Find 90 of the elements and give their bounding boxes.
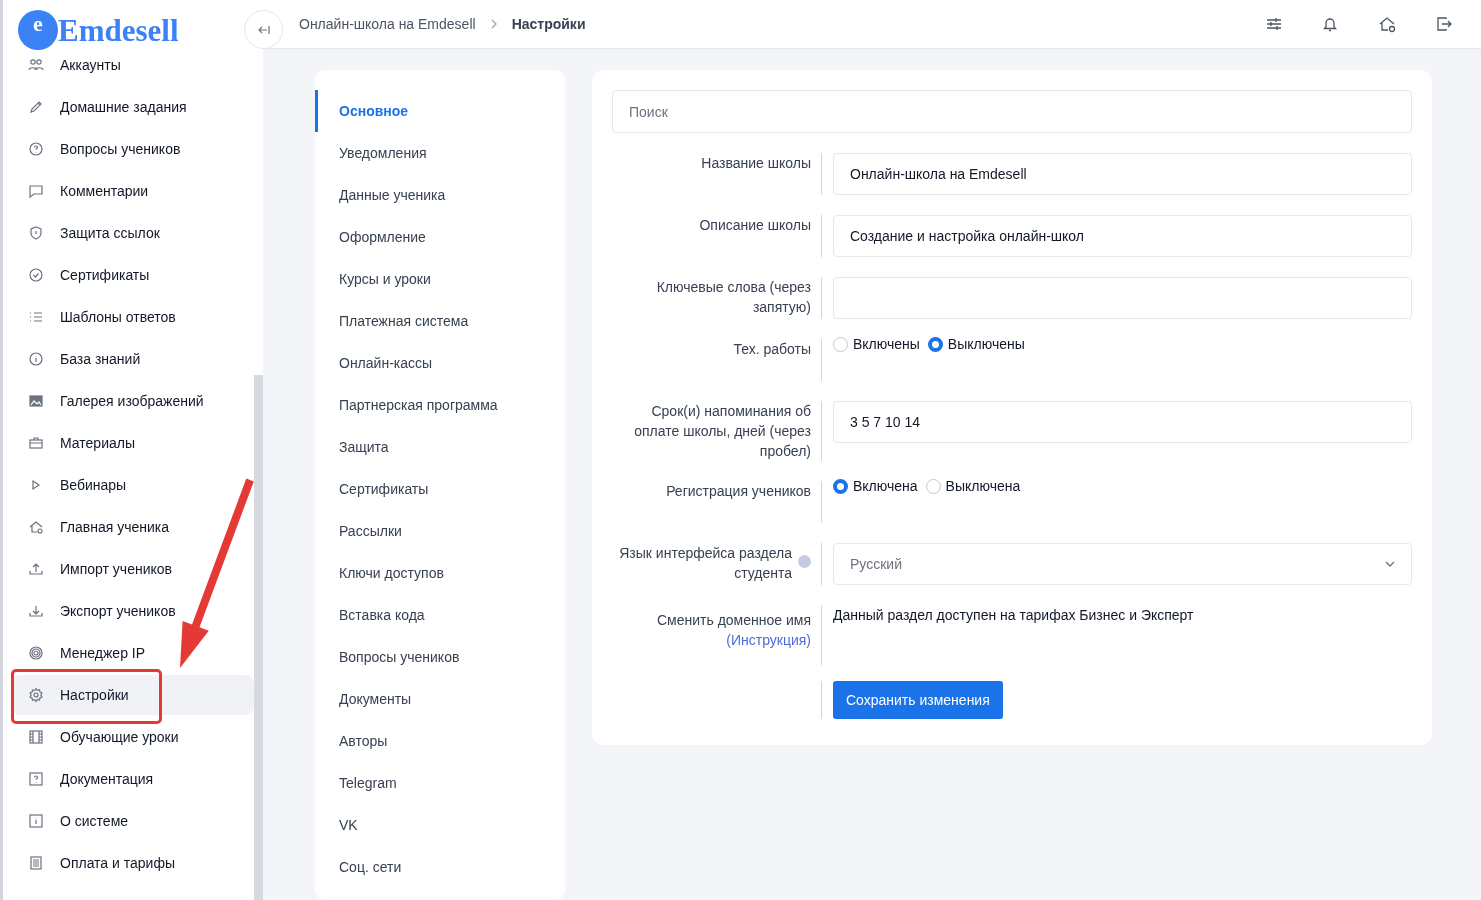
sidebar-item[interactable]: Вопросы учеников <box>12 129 254 169</box>
sidebar-item[interactable]: Импорт учеников <box>12 549 254 589</box>
speech-bubble-icon <box>28 183 44 199</box>
settings-nav-item[interactable]: Вопросы учеников <box>315 636 565 678</box>
radio-option[interactable]: Включены <box>833 333 920 355</box>
sidebar-item[interactable]: Галерея изображений <box>12 381 254 421</box>
field-label: Описание школы <box>699 216 811 235</box>
field-label: Ключевые слова (через запятую) <box>655 278 811 317</box>
settings-nav-item[interactable]: Курсы и уроки <box>315 258 565 300</box>
pencil-icon <box>28 99 44 115</box>
list-icon <box>28 309 44 325</box>
text-field[interactable]: Создание и настройка онлайн-школ <box>833 215 1412 257</box>
sidebar-item[interactable]: Менеджер IP <box>12 633 254 673</box>
save-changes-button[interactable]: Сохранить изменения <box>833 681 1003 719</box>
question-circle-icon <box>28 141 44 157</box>
sidebar-item[interactable]: Обучающие уроки <box>12 717 254 757</box>
radio-option[interactable]: Выключены <box>927 333 1025 355</box>
field-label: Регистрация учеников <box>666 482 811 501</box>
sidebar-item[interactable]: База знаний <box>12 339 254 379</box>
sidebar-item[interactable]: Оплата и тарифы <box>12 843 254 883</box>
language-select[interactable]: Русский <box>833 543 1412 585</box>
settings-nav-item[interactable]: Оформление <box>315 216 565 258</box>
breadcrumb-link[interactable]: Онлайн-школа на Emdesell <box>299 13 476 35</box>
logout-icon[interactable] <box>1435 15 1453 33</box>
settings-icon <box>28 687 44 703</box>
settings-nav-item[interactable]: Партнерская программа <box>315 384 565 426</box>
home-gear-icon <box>28 519 44 535</box>
settings-nav-item[interactable]: Рассылки <box>315 510 565 552</box>
download-icon <box>28 603 44 619</box>
settings-nav-item[interactable]: VK <box>315 804 565 846</box>
home-gear-icon[interactable] <box>1377 15 1397 33</box>
field-label: Срок(и) напоминания об оплате школы, дней (через пробел) <box>633 402 811 461</box>
settings-nav-item[interactable]: Документы <box>315 678 565 720</box>
settings-nav-item[interactable]: Защита <box>315 426 565 468</box>
logo-icon: e <box>18 10 58 50</box>
text-field[interactable]: 3 5 7 10 14 <box>833 401 1412 443</box>
field-label: Название школы <box>701 154 811 173</box>
search-field[interactable]: Поиск <box>612 90 1412 133</box>
settings-nav-item[interactable]: Соц. сети <box>315 846 565 888</box>
filter-settings-icon[interactable] <box>1265 15 1283 33</box>
film-icon <box>28 729 44 745</box>
sidebar-item[interactable]: Документация <box>12 759 254 799</box>
chevron-down-icon <box>1385 561 1395 567</box>
radio-option[interactable]: Включена <box>833 475 918 497</box>
instruction-link[interactable]: (Инструкция) <box>726 630 811 650</box>
image-icon <box>28 393 44 409</box>
sidebar-item[interactable]: О системе <box>12 801 254 841</box>
settings-nav-item[interactable]: Сертификаты <box>315 468 565 510</box>
sidebar-item[interactable]: Защита ссылок <box>12 213 254 253</box>
field-label: Язык интерфейса раздела студента <box>618 544 792 583</box>
sidebar-item[interactable]: Главная ученика <box>12 507 254 547</box>
shield-icon <box>28 225 44 241</box>
settings-nav-item[interactable]: Авторы <box>315 720 565 762</box>
sidebar-item[interactable]: Комментарии <box>12 171 254 211</box>
settings-nav-item[interactable]: Платежная система <box>315 300 565 342</box>
sidebar-item[interactable]: Настройки <box>12 675 254 715</box>
help-box-icon <box>28 771 44 787</box>
plan-notice: Данный раздел доступен на тарифах Бизнес и Эксперт <box>833 606 1195 625</box>
text-field[interactable] <box>833 277 1412 319</box>
field-label: Тех. работы <box>733 340 811 359</box>
scrollbar[interactable] <box>254 375 263 900</box>
sidebar-item[interactable]: Шаблоны ответов <box>12 297 254 337</box>
settings-nav-item[interactable]: Ключи доступов <box>315 552 565 594</box>
users-icon <box>28 57 44 73</box>
settings-nav-item[interactable]: Telegram <box>315 762 565 804</box>
info-circle-icon <box>28 351 44 367</box>
text-field[interactable]: Онлайн-школа на Emdesell <box>833 153 1412 195</box>
target-icon <box>28 645 44 661</box>
breadcrumb-current: Настройки <box>511 14 586 34</box>
briefcase-icon <box>28 435 44 451</box>
logo-text: Emdesell <box>58 14 179 46</box>
settings-nav-item[interactable]: Основное <box>315 90 565 132</box>
settings-nav-item[interactable]: Данные ученика <box>315 174 565 216</box>
settings-nav-item[interactable]: Онлайн-кассы <box>315 342 565 384</box>
radio-option[interactable]: Выключена <box>925 475 1021 497</box>
info-box-icon <box>28 813 44 829</box>
field-label: Сменить доменное имя <box>657 611 811 630</box>
sidebar-item[interactable]: Экспорт учеников <box>12 591 254 631</box>
settings-nav-item[interactable]: Уведомления <box>315 132 565 174</box>
notification-bell-icon[interactable] <box>1321 15 1339 33</box>
upload-icon <box>28 561 44 577</box>
document-icon <box>28 855 44 871</box>
sidebar-item[interactable]: Материалы <box>12 423 254 463</box>
settings-nav-item[interactable]: Вставка кода <box>315 594 565 636</box>
sidebar-item[interactable]: Сертификаты <box>12 255 254 295</box>
sidebar-item[interactable]: Вебинары <box>12 465 254 505</box>
chevron-right-icon <box>489 18 498 30</box>
sidebar-item[interactable]: Домашние задания <box>12 87 254 127</box>
check-circle-icon <box>28 267 44 283</box>
arrow-left-bar-icon <box>257 23 270 36</box>
